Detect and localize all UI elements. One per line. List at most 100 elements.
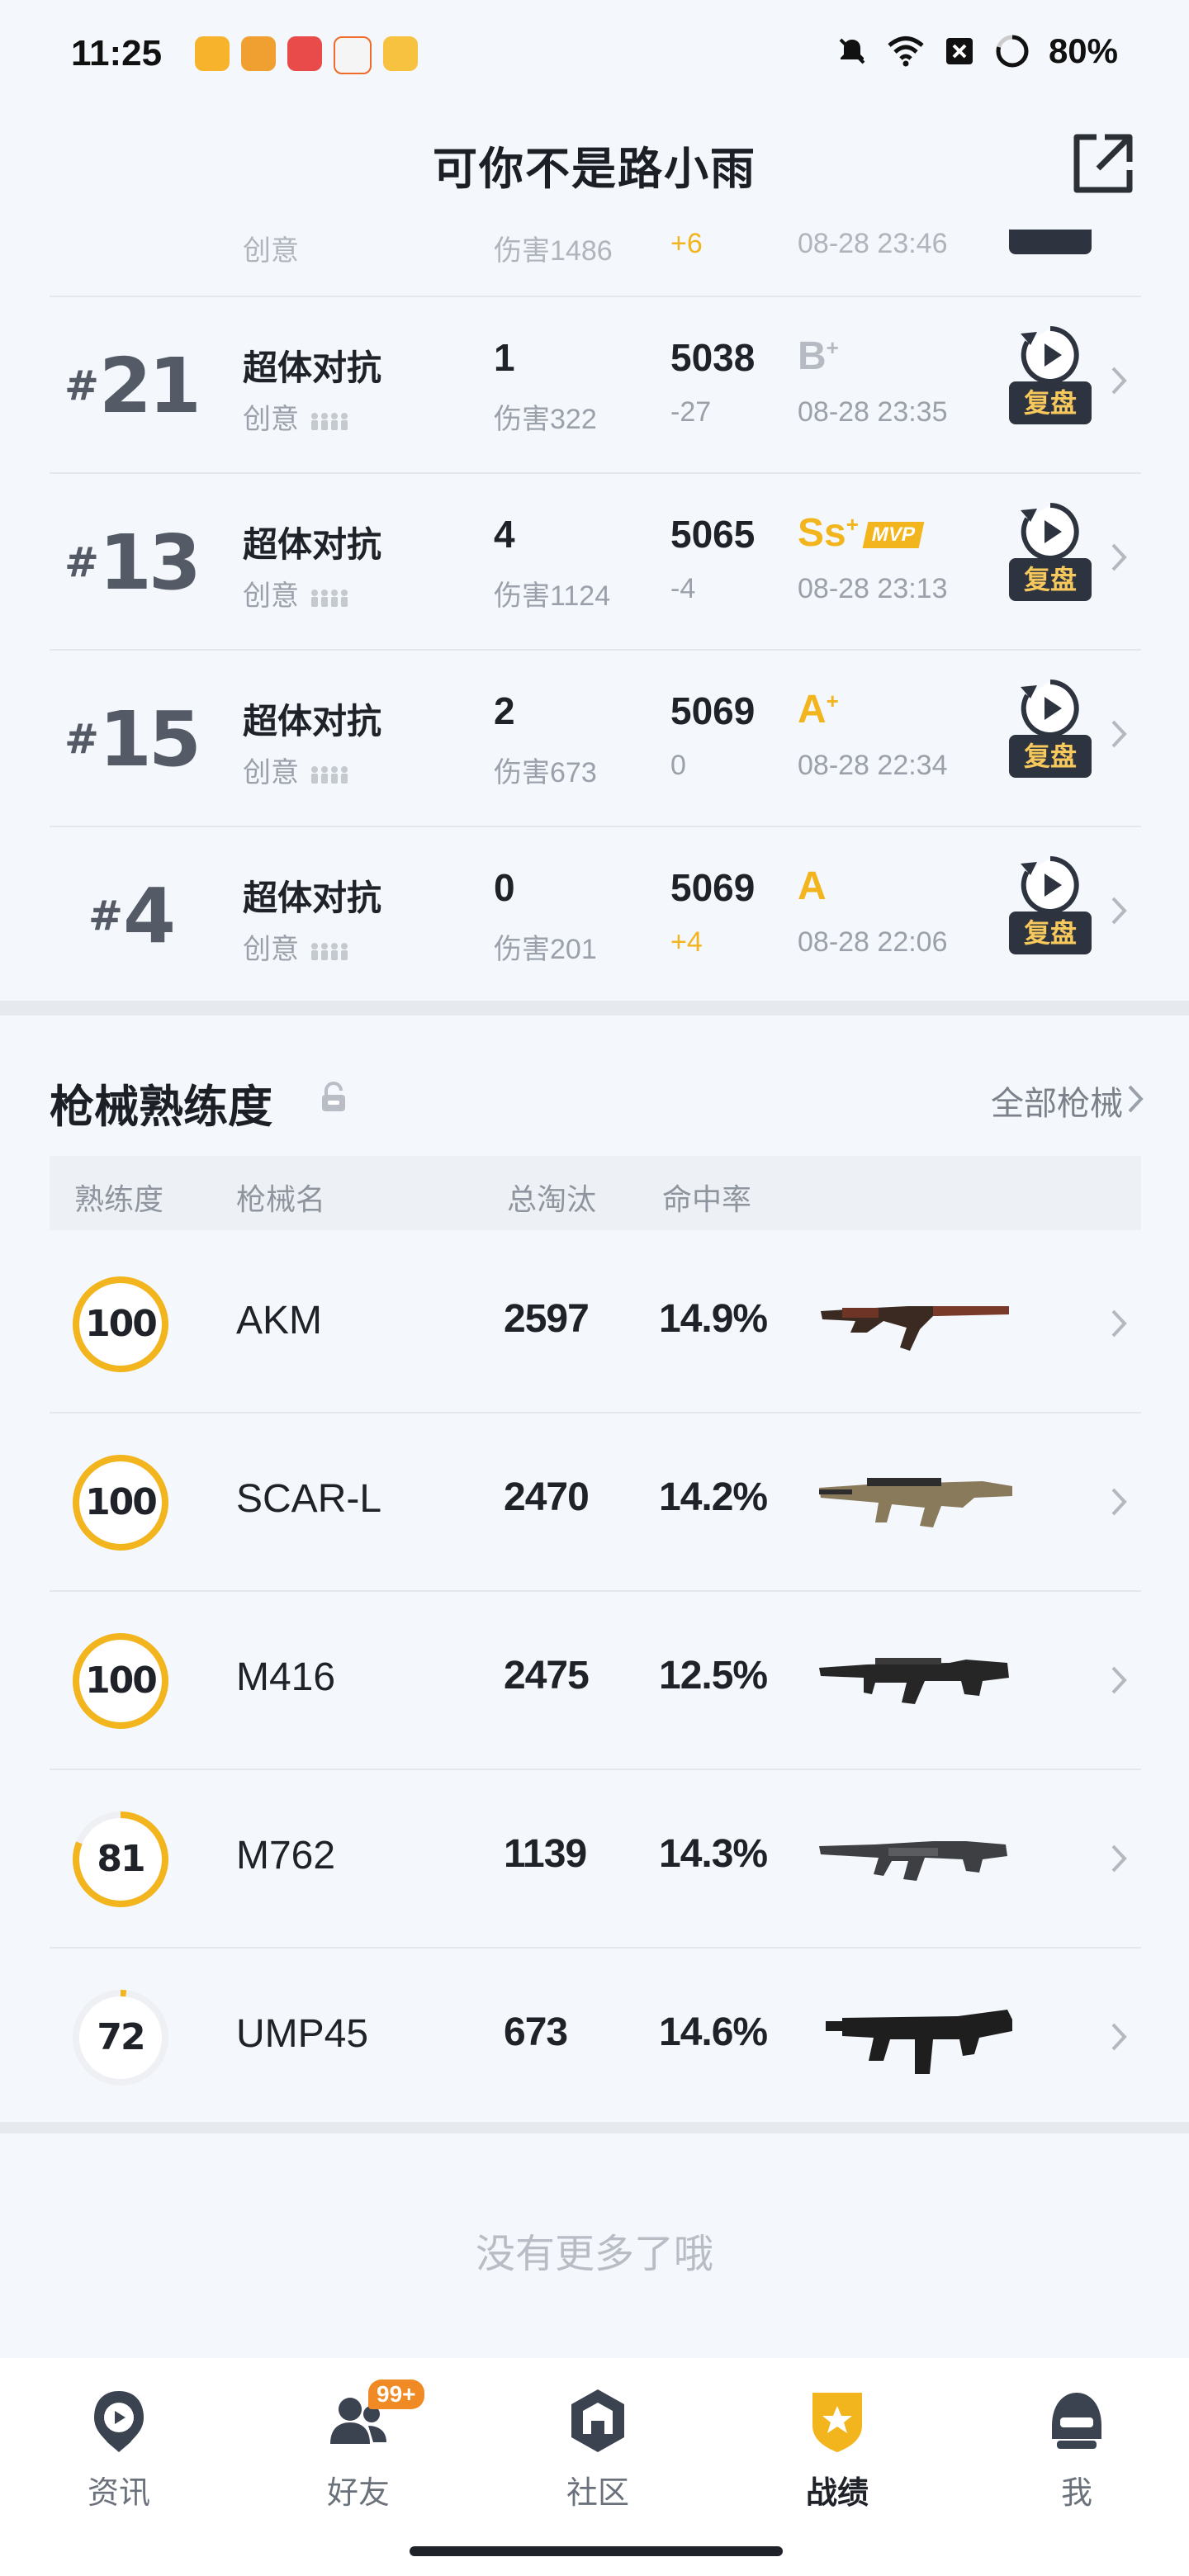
- app-notification-icon: [287, 36, 322, 71]
- section-divider: [0, 2122, 1189, 2133]
- match-rating: 5069: [670, 689, 756, 732]
- match-sub-line: 创意: [243, 926, 348, 967]
- replay-button[interactable]: 复盘: [1009, 499, 1092, 608]
- tab-stats[interactable]: 战绩: [755, 2384, 920, 2512]
- replay-button[interactable]: 复盘: [1009, 322, 1092, 431]
- replay-icon: [1021, 856, 1079, 914]
- chevron-right-icon[interactable]: [1125, 1082, 1146, 1116]
- tab-label: 我: [1060, 2476, 1092, 2511]
- weapon-row[interactable]: 100 AKM 2597 14.9%: [50, 1235, 1141, 1413]
- all-weapons-link[interactable]: 全部枪械: [991, 1077, 1123, 1125]
- weapon-row[interactable]: 100 M416 2475 12.5%: [50, 1592, 1141, 1770]
- community-icon: [571, 2389, 624, 2452]
- match-row[interactable]: #13 超体对抗 创意 4 伤害1124 5065 -4 Ss+ MVP 08-28 23:13 复…: [50, 472, 1141, 649]
- replay-button[interactable]: 复盘: [1009, 852, 1092, 961]
- proficiency-value: 100: [85, 1481, 158, 1523]
- team-members-icon: [311, 766, 348, 784]
- profile-icon: [1052, 2393, 1101, 2449]
- chevron-right-icon[interactable]: [1106, 360, 1131, 401]
- match-rank: #13: [64, 519, 201, 607]
- match-grade: A: [798, 864, 827, 909]
- chevron-right-icon[interactable]: [1106, 1660, 1131, 1701]
- scar-l-rifle-icon: [819, 1478, 1012, 1527]
- chevron-right-icon[interactable]: [1106, 537, 1131, 578]
- friends-badge: 99+: [368, 2379, 424, 2409]
- m416-rifle-icon: [819, 1658, 1009, 1704]
- chevron-right-icon[interactable]: [1106, 713, 1131, 755]
- news-icon: [94, 2391, 144, 2452]
- proficiency-value: 72: [97, 2016, 145, 2058]
- share-icon[interactable]: [1065, 127, 1139, 201]
- weapon-row[interactable]: 81 M762 1139 14.3%: [50, 1770, 1141, 1949]
- match-kills: 4: [494, 513, 515, 556]
- rank-number: 15: [98, 695, 201, 784]
- lock-icon[interactable]: [319, 1082, 348, 1113]
- weapon-accuracy: 14.2%: [659, 1475, 768, 1519]
- chevron-right-icon[interactable]: [1106, 1303, 1131, 1344]
- tab-label: 资讯: [87, 2476, 150, 2511]
- weapon-row[interactable]: 100 SCAR-L 2470 14.2%: [50, 1413, 1141, 1592]
- match-date: 08-28 22:34: [798, 750, 948, 781]
- match-sub-line: 创意: [243, 573, 348, 613]
- match-row-partial[interactable]: 创意 伤害1486 +6 08-28 23:46: [50, 218, 1141, 294]
- tab-label: 战绩: [805, 2476, 869, 2511]
- match-mode: 超体对抗: [243, 348, 382, 387]
- match-damage: 伤害673: [494, 757, 597, 788]
- battery-ring-icon: [996, 35, 1029, 68]
- replay-button[interactable]: 复盘: [1009, 675, 1092, 784]
- replay-label: 复盘: [1009, 735, 1092, 778]
- match-sub: 创意: [243, 404, 299, 435]
- weapon-accuracy: 14.3%: [659, 1832, 768, 1876]
- chevron-right-icon[interactable]: [1106, 1838, 1131, 1879]
- match-rating: 5069: [670, 866, 756, 909]
- tab-news[interactable]: 资讯: [36, 2384, 201, 2512]
- grade-letter: A: [798, 864, 827, 908]
- match-kills: 0: [494, 866, 515, 909]
- match-sub-line: 创意: [243, 396, 348, 437]
- chevron-right-icon[interactable]: [1106, 890, 1131, 931]
- rating-delta: -4: [670, 573, 696, 604]
- match-grade: A+: [798, 687, 839, 732]
- match-row[interactable]: #15 超体对抗 创意 2 伤害673 5069 0 A+ 08-28 22:34 复盘: [50, 649, 1141, 826]
- replay-icon: [1021, 680, 1079, 737]
- m762-rifle-icon: [819, 1841, 1007, 1881]
- chevron-right-icon[interactable]: [1106, 2016, 1131, 2057]
- header-accuracy: 命中率: [662, 1182, 752, 1216]
- weapon-name: M416: [236, 1655, 336, 1699]
- match-sub: 创意: [243, 757, 299, 788]
- app-notification-icon: [241, 36, 276, 71]
- no-more-text: 没有更多了哦: [475, 2233, 713, 2276]
- replay-label-partial: [1009, 230, 1092, 254]
- match-rank: #21: [64, 342, 201, 430]
- rank-hash: #: [88, 892, 123, 940]
- match-row[interactable]: #4 超体对抗 创意 0 伤害201 5069 +4 A 08-28 22:06 复盘: [50, 826, 1141, 1002]
- grade-letter: A: [798, 688, 827, 732]
- chevron-right-icon[interactable]: [1106, 1481, 1131, 1522]
- proficiency-value: 81: [97, 1838, 145, 1880]
- weapon-row[interactable]: 72 UMP45 673 14.6%: [50, 1949, 1141, 2125]
- grade-plus: +: [826, 335, 839, 360]
- replay-label: 复盘: [1009, 558, 1092, 601]
- match-rank: #15: [64, 695, 201, 784]
- match-date: 08-28 23:46: [798, 228, 948, 259]
- match-row[interactable]: #21 超体对抗 创意 1 伤害322 5038 -27 B+ 08-28 23:35 复盘: [50, 296, 1141, 472]
- tab-friends[interactable]: 99+ 好友: [276, 2379, 441, 2512]
- tab-profile[interactable]: 我: [994, 2384, 1159, 2512]
- grade-plus: +: [826, 689, 839, 713]
- replay-label: 复盘: [1009, 912, 1092, 954]
- page-header: 可你不是路小雨: [0, 116, 1189, 215]
- weapon-accuracy: 14.9%: [659, 1297, 768, 1341]
- proficiency-value: 100: [85, 1303, 158, 1345]
- weapon-name: UMP45: [236, 2012, 369, 2056]
- page-title: 可你不是路小雨: [433, 144, 756, 194]
- app-notification-icon: [195, 36, 230, 71]
- replay-icon: [1021, 326, 1079, 384]
- tab-community[interactable]: 社区: [515, 2384, 680, 2512]
- match-damage: 伤害1124: [494, 580, 611, 612]
- match-sub-line: 创意: [243, 750, 348, 790]
- match-mode: 超体对抗: [243, 525, 382, 564]
- notification-icons: [195, 36, 418, 74]
- mute-bell-icon: [839, 38, 865, 64]
- rank-number: 13: [98, 519, 201, 607]
- match-date: 08-28 22:06: [798, 926, 948, 958]
